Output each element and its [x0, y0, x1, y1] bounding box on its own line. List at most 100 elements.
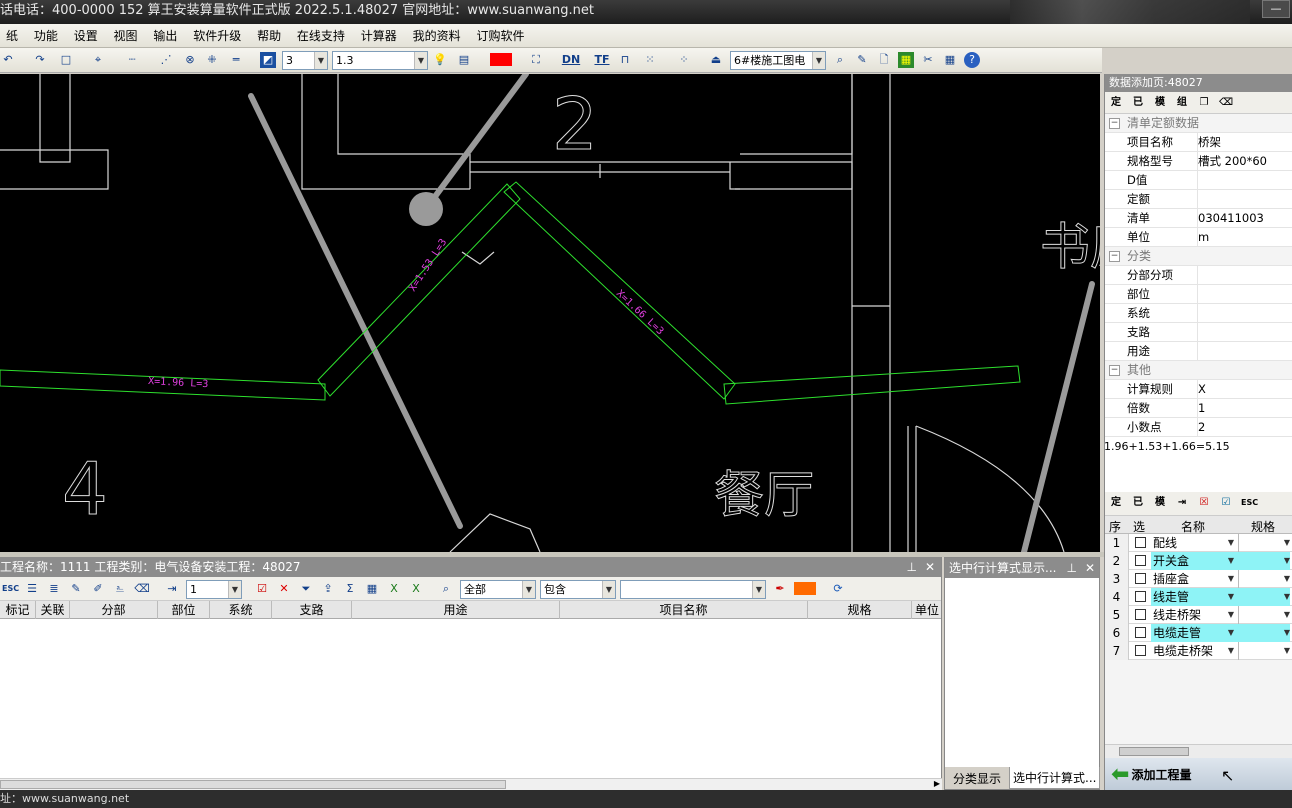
filter-mode-select[interactable]: 包含 ▼	[540, 580, 616, 599]
horizontal-scrollbar[interactable]	[1105, 744, 1292, 758]
col-item-name[interactable]: 项目名称	[560, 601, 808, 619]
chevron-down-icon[interactable]: ▼	[1281, 552, 1292, 570]
eraser-icon[interactable]: ⌫	[134, 581, 150, 597]
sum-icon[interactable]: Σ	[342, 581, 358, 597]
chevron-down-icon[interactable]: ▼	[1281, 570, 1292, 588]
set-icon[interactable]: 定	[1109, 96, 1123, 110]
prop-value[interactable]	[1197, 304, 1292, 323]
dotted-line-icon[interactable]: ┈	[124, 52, 140, 68]
list-item[interactable]: 6 电缆走管 ▼ ▼	[1105, 624, 1292, 642]
layer-icon[interactable]: ◩	[260, 52, 276, 68]
undo-icon[interactable]: ↶	[0, 52, 16, 68]
brush-icon[interactable]: ✐	[90, 581, 106, 597]
row-checkbox[interactable]	[1135, 591, 1146, 602]
scroll-thumb[interactable]	[1119, 747, 1189, 756]
redo-icon[interactable]: ↷	[32, 52, 48, 68]
menu-upgrade[interactable]: 软件升级	[187, 24, 247, 48]
list-item[interactable]: 5 线走桥架 ▼ ▼	[1105, 606, 1292, 624]
add-quantity-button[interactable]: ⬅ 添加工程量	[1111, 762, 1191, 787]
uncheck-icon[interactable]: ☒	[1197, 496, 1211, 510]
filter-scope-select[interactable]: 全部 ▼	[460, 580, 536, 599]
prop-value[interactable]: 槽式 200*60	[1197, 152, 1292, 171]
refresh-icon[interactable]: ⟳	[830, 581, 846, 597]
chevron-down-icon[interactable]: ▼	[1225, 642, 1237, 660]
scale-select[interactable]: 1.3 ▼	[332, 51, 428, 70]
prop-value[interactable]	[1197, 285, 1292, 304]
close-icon[interactable]: ✕	[1085, 558, 1095, 578]
list-item[interactable]: 4 线走管 ▼ ▼	[1105, 588, 1292, 606]
collapse-icon[interactable]: −	[1109, 251, 1120, 262]
underline-icon[interactable]: ⎁	[112, 581, 128, 597]
menu-online-support[interactable]: 在线支持	[291, 24, 351, 48]
indent-icon[interactable]: ⇥	[164, 581, 180, 597]
row-checkbox[interactable]	[1135, 555, 1146, 566]
group-icon[interactable]: 组	[1175, 96, 1189, 110]
quantity-select[interactable]: 1 ▼	[186, 580, 242, 599]
menu-calculator[interactable]: 计算器	[355, 24, 403, 48]
list-item[interactable]: 3 插座盒 ▼ ▼	[1105, 570, 1292, 588]
excel-export-icon[interactable]: X	[408, 581, 424, 597]
prop-row[interactable]: 小数点 2	[1105, 418, 1292, 437]
prop-row[interactable]: 用途	[1105, 342, 1292, 361]
model-icon[interactable]: 模	[1153, 496, 1167, 510]
prop-row[interactable]: 支路	[1105, 323, 1292, 342]
horizontal-scrollbar[interactable]: ▶	[0, 778, 942, 790]
select-rect-icon[interactable]: □	[58, 52, 74, 68]
help-icon[interactable]: ?	[964, 52, 980, 68]
col-usage[interactable]: 用途	[352, 601, 560, 619]
col-mark[interactable]: 标记	[0, 601, 36, 619]
grid-icon[interactable]: ▦	[364, 581, 380, 597]
chevron-down-icon[interactable]: ▼	[1225, 606, 1237, 624]
menu-view[interactable]: 视图	[108, 24, 144, 48]
prop-row[interactable]: 倍数 1	[1105, 399, 1292, 418]
intersection-icon[interactable]: ⊗	[182, 52, 198, 68]
menu-help[interactable]: 帮助	[251, 24, 287, 48]
text-style-icon[interactable]: ▤	[456, 52, 472, 68]
menu-function[interactable]: 功能	[28, 24, 64, 48]
list-check-icon[interactable]: ☰	[24, 581, 40, 597]
esc-icon[interactable]: ESC	[2, 581, 19, 597]
prop-value[interactable]: 030411003	[1197, 209, 1292, 228]
minimize-button[interactable]: —	[1262, 0, 1290, 18]
cable-tray-segments[interactable]	[0, 181, 1021, 405]
drawing-select[interactable]: 6#楼施工图电 ▼	[730, 51, 826, 70]
scroll-right-icon[interactable]: ▶	[934, 779, 940, 788]
chevron-down-icon[interactable]: ▼	[1281, 534, 1292, 552]
table-icon[interactable]: ▦	[942, 52, 958, 68]
chevron-down-icon[interactable]: ▼	[1225, 588, 1237, 606]
prop-row[interactable]: 清单 030411003	[1105, 209, 1292, 228]
pin-icon[interactable]: ⊥	[1067, 558, 1077, 578]
prop-row[interactable]: 部位	[1105, 285, 1292, 304]
model-icon[interactable]: 模	[1153, 96, 1167, 110]
prop-row[interactable]: 定额	[1105, 190, 1292, 209]
prop-value[interactable]: m	[1197, 228, 1292, 247]
menu-purchase[interactable]: 订购软件	[470, 24, 530, 48]
chevron-down-icon[interactable]: ▼	[1225, 552, 1237, 570]
collapse-icon[interactable]: −	[1109, 118, 1120, 129]
check-icon[interactable]: ☑	[254, 581, 270, 597]
ruler-icon[interactable]: ▦	[898, 52, 914, 68]
tools-icon[interactable]: ✂	[920, 52, 936, 68]
prop-value[interactable]	[1197, 190, 1292, 209]
crosshair-icon[interactable]: ⌖	[90, 52, 106, 68]
prop-row[interactable]: 分部分项	[1105, 266, 1292, 285]
edit-icon[interactable]: ✎	[68, 581, 84, 597]
col-division[interactable]: 分部	[70, 601, 158, 619]
fill-icon[interactable]: ⛶	[528, 52, 544, 68]
list-icon[interactable]: ≣	[46, 581, 62, 597]
prop-value[interactable]	[1197, 342, 1292, 361]
col-position[interactable]: 部位	[158, 601, 210, 619]
row-checkbox[interactable]	[1135, 573, 1146, 584]
color-red-swatch[interactable]	[490, 53, 512, 66]
done-icon[interactable]: 已	[1131, 96, 1145, 110]
done-icon[interactable]: 已	[1131, 496, 1145, 510]
menu-drawing[interactable]: 纸	[0, 24, 24, 48]
chevron-down-icon[interactable]: ▼	[1225, 534, 1237, 552]
scroll-thumb[interactable]	[0, 780, 506, 789]
filter-icon[interactable]: ⏷	[298, 581, 314, 597]
chevron-down-icon[interactable]: ▼	[1281, 606, 1292, 624]
excel-icon[interactable]: X	[386, 581, 402, 597]
edit-icon[interactable]: ✎	[854, 52, 870, 68]
chevron-down-icon[interactable]: ▼	[1225, 570, 1237, 588]
copy-icon[interactable]: ❐	[1197, 96, 1211, 110]
